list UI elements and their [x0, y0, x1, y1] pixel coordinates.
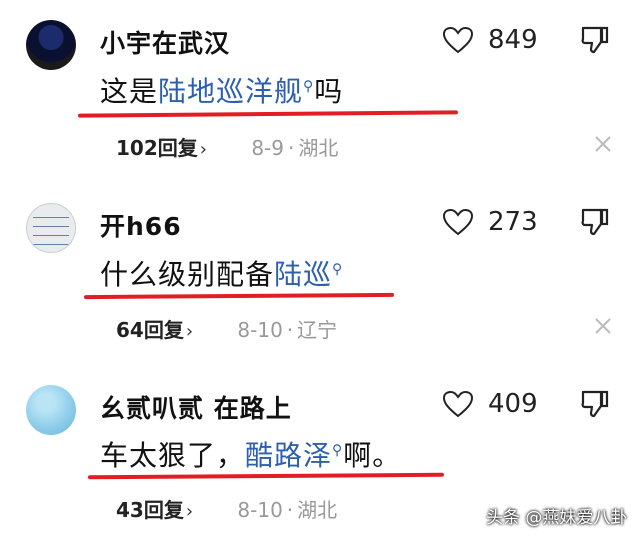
red-underline: [77, 110, 459, 118]
separator-dot: ·: [286, 498, 294, 522]
comment-body: 车太狠了，酷路泽⚲啊。: [100, 434, 401, 474]
search-icon: ⚲: [303, 78, 315, 95]
comment-meta: 43回复 › 8-10 · 湖北: [116, 494, 337, 523]
heart-outline-icon[interactable]: [442, 390, 474, 418]
comment-meta: 102回复 › 8-9 · 湖北: [116, 132, 338, 161]
watermark: 头条 @燕妹爱八卦: [486, 508, 628, 528]
search-icon: ⚲: [332, 261, 344, 278]
comment-meta: 64回复 › 8-10 · 辽宁: [116, 314, 337, 343]
like-count: 273: [488, 207, 538, 237]
comment-text: 什么级别配备: [100, 258, 275, 291]
thumbs-down-icon[interactable]: [580, 25, 610, 55]
comment-location: 辽宁: [297, 318, 338, 342]
comment-date: 8-9: [251, 136, 284, 160]
red-underline: [83, 292, 395, 300]
comment-text: 吗: [314, 75, 344, 108]
chevron-right-icon: ›: [185, 321, 194, 342]
comment-date: 8-10: [237, 498, 283, 522]
comment-search-link[interactable]: 酷路泽: [245, 439, 332, 472]
comment-location: 湖北: [297, 498, 338, 522]
comment-date: 8-10: [237, 318, 283, 342]
like-count: 409: [488, 389, 538, 419]
comment-text: 这是: [100, 75, 159, 108]
avatar-pattern: [33, 244, 69, 245]
avatar[interactable]: [26, 20, 76, 70]
separator-dot: ·: [287, 136, 295, 160]
comment-text: 啊。: [343, 439, 402, 472]
reply-count-button[interactable]: 43回复: [116, 498, 184, 522]
heart-outline-icon[interactable]: [442, 26, 474, 54]
heart-outline-icon[interactable]: [442, 208, 474, 236]
reply-count-button[interactable]: 64回复: [116, 318, 184, 342]
reply-count-button[interactable]: 102回复: [116, 136, 198, 160]
comment-username[interactable]: 小宇在武汉: [100, 24, 230, 60]
separator-dot: ·: [286, 318, 294, 342]
close-icon[interactable]: [593, 134, 613, 154]
avatar-pattern: [33, 217, 69, 218]
comment-body: 这是陆地巡洋舰⚲吗: [100, 70, 343, 110]
avatar[interactable]: [26, 203, 76, 253]
close-icon[interactable]: [593, 316, 613, 336]
comment-body: 什么级别配备陆巡⚲: [100, 253, 343, 293]
thumbs-down-icon[interactable]: [580, 389, 610, 419]
comment-username[interactable]: 开h66: [100, 207, 182, 243]
thumbs-down-icon[interactable]: [580, 207, 610, 237]
comment-search-link[interactable]: 陆地巡洋舰: [158, 75, 303, 108]
comment-username[interactable]: 幺贰叭贰 在路上: [100, 389, 292, 425]
avatar-pattern: [33, 226, 69, 227]
avatar-pattern: [33, 235, 69, 236]
comment-location: 湖北: [298, 136, 339, 160]
avatar[interactable]: [26, 385, 76, 435]
comment-search-link[interactable]: 陆巡: [274, 258, 332, 291]
search-icon: ⚲: [332, 442, 344, 459]
chevron-right-icon: ›: [185, 501, 194, 522]
like-count: 849: [488, 25, 538, 55]
comment-text: 车太狠了，: [100, 439, 246, 472]
chevron-right-icon: ›: [199, 139, 207, 160]
